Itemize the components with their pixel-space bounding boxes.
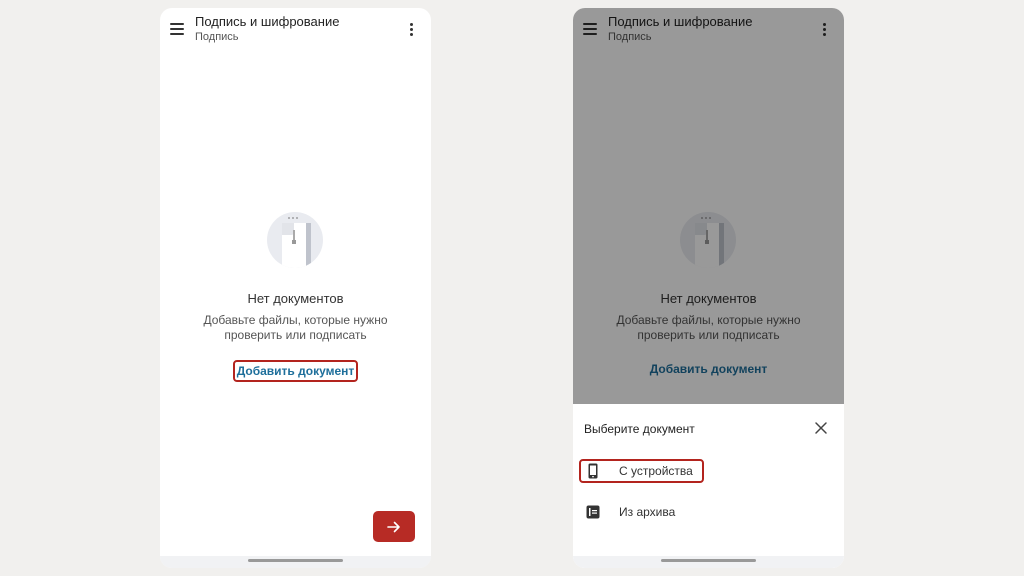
empty-documents-illustration <box>267 212 323 268</box>
app-bar: Подпись и шифрование Подпись <box>160 8 431 52</box>
close-icon[interactable] <box>814 421 828 435</box>
empty-state-title: Нет документов <box>247 291 344 306</box>
option-from-device[interactable]: С устройства <box>579 459 704 483</box>
phone-icon <box>580 461 606 481</box>
archive-icon <box>580 502 606 522</box>
app-title: Подпись и шифрование <box>195 14 340 29</box>
arrow-right-icon <box>387 521 400 532</box>
next-fab-button[interactable] <box>373 511 415 542</box>
phone-screen-left: Подпись и шифрование Подпись Нет докумен… <box>160 8 431 568</box>
home-indicator-bar <box>573 556 844 568</box>
home-indicator-bar <box>160 556 431 568</box>
sheet-title: Выберите документ <box>584 422 695 436</box>
more-vertical-icon[interactable] <box>409 23 413 36</box>
add-document-link[interactable]: Добавить документ <box>233 360 358 382</box>
option-label: С устройства <box>619 464 693 478</box>
option-label: Из архива <box>619 505 676 519</box>
app-subtitle: Подпись <box>195 31 239 43</box>
description-line: Добавьте файлы, которые нужно <box>203 313 388 327</box>
hamburger-menu-icon[interactable] <box>170 23 184 35</box>
modal-scrim[interactable] <box>573 8 844 404</box>
bottom-sheet: Выберите документ С устройства Из архива <box>573 404 844 568</box>
description-line: проверить или подписать <box>224 328 367 342</box>
option-from-archive[interactable]: Из архива <box>579 500 704 524</box>
empty-state-description: Добавьте файлы, которые нужно проверить … <box>180 313 411 343</box>
phone-screen-right: Подпись и шифрование Подпись Нет докумен… <box>573 8 844 568</box>
